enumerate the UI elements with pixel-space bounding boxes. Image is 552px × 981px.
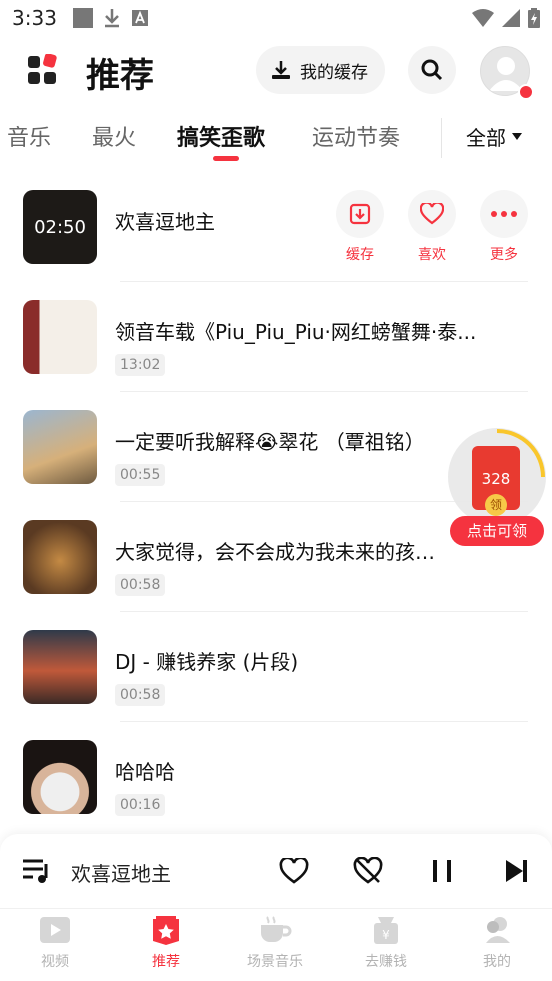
nav-video[interactable]: 视频 xyxy=(10,913,100,971)
song-cover xyxy=(23,300,97,374)
now-playing-title: 欢喜逗地主 xyxy=(71,862,171,886)
nav-earn-money-label: 去赚钱 xyxy=(365,954,407,970)
search-button[interactable] xyxy=(408,46,456,94)
heart-icon xyxy=(279,858,309,884)
my-cache-label: 我的缓存 xyxy=(300,62,368,83)
money-bag-icon: ¥ xyxy=(374,917,398,944)
cache-action-label: 缓存 xyxy=(346,247,374,263)
song-title: 领音车载《Piu_Piu_Piu·网红螃蟹舞·泰... xyxy=(115,320,477,344)
search-icon xyxy=(421,59,443,81)
download-box-icon xyxy=(349,203,371,225)
all-categories-dropdown[interactable]: 全部 xyxy=(466,122,522,151)
nav-earn-money[interactable]: ¥ 去赚钱 xyxy=(341,913,431,971)
profile-icon xyxy=(486,917,510,943)
status-time: 3:33 xyxy=(12,6,57,30)
next-button[interactable] xyxy=(501,856,531,886)
skip-next-icon xyxy=(506,860,527,882)
song-title: DJ - 赚钱养家 (片段) xyxy=(115,650,299,674)
tab-hottest[interactable]: 最火 xyxy=(92,120,136,152)
cover-duration-text: 02:50 xyxy=(34,216,86,238)
tab-divider xyxy=(441,118,442,158)
song-duration: 13:02 xyxy=(115,354,166,376)
pause-icon xyxy=(433,860,451,882)
heart-broken-icon xyxy=(353,857,383,884)
like-action-label: 喜欢 xyxy=(418,247,446,263)
video-icon xyxy=(40,917,70,943)
song-row[interactable]: 哈哈哈 00:16 xyxy=(0,722,552,832)
recommend-icon xyxy=(153,916,179,945)
song-cover xyxy=(23,740,97,814)
signal-icon xyxy=(502,9,520,27)
nav-scene-music[interactable]: 场景音乐 xyxy=(230,913,320,971)
song-cover xyxy=(23,630,97,704)
my-cache-button[interactable]: 我的缓存 xyxy=(256,46,385,94)
tab-active-indicator xyxy=(213,156,239,161)
header: 推荐 我的缓存 xyxy=(0,40,552,100)
song-duration: 00:58 xyxy=(115,574,166,596)
song-duration: 00:55 xyxy=(115,464,166,486)
nav-video-label: 视频 xyxy=(41,954,69,970)
battery-icon xyxy=(528,8,540,28)
pause-button[interactable] xyxy=(427,856,457,886)
song-row[interactable]: DJ - 赚钱养家 (片段) 00:58 xyxy=(0,612,552,722)
song-cover: 02:50 xyxy=(23,190,97,264)
favorite-button[interactable] xyxy=(279,856,309,886)
dislike-button[interactable] xyxy=(353,856,383,886)
mini-player[interactable]: 欢喜逗地主 xyxy=(0,834,552,908)
cache-action[interactable]: 缓存 xyxy=(336,190,384,264)
notification-square-icon xyxy=(72,8,93,28)
nav-mine-label: 我的 xyxy=(483,954,511,970)
nav-mine[interactable]: 我的 xyxy=(452,913,542,971)
more-dots-icon xyxy=(491,211,517,217)
all-categories-label: 全部 xyxy=(466,126,506,150)
tab-workout-rhythm[interactable]: 运动节奏 xyxy=(312,120,400,152)
nav-recommend-label: 推荐 xyxy=(152,954,180,970)
app-logo-icon xyxy=(28,54,57,84)
song-duration: 00:58 xyxy=(115,684,166,706)
page-title: 推荐 xyxy=(86,56,154,96)
svg-text:¥: ¥ xyxy=(382,928,390,942)
caret-down-icon xyxy=(512,132,522,140)
download-icon xyxy=(104,9,119,28)
download-icon xyxy=(272,61,290,79)
tab-funny-songs[interactable]: 搞笑歪歌 xyxy=(177,120,265,152)
song-title: 一定要听我解释😭翠花 （覃祖铭） xyxy=(115,430,425,454)
song-cover xyxy=(23,410,97,484)
nav-recommend[interactable]: 推荐 xyxy=(121,913,211,971)
reward-coin-icon: 领 xyxy=(485,494,507,516)
reward-count: 328 xyxy=(481,470,511,488)
playlist-icon[interactable] xyxy=(22,858,52,884)
bottom-nav: 视频 推荐 场景音乐 ¥ 去赚钱 我的 xyxy=(0,908,552,981)
nav-scene-music-label: 场景音乐 xyxy=(247,954,303,970)
category-tabs: 音乐 最火 搞笑歪歌 运动节奏 全部 xyxy=(0,110,552,166)
more-action-label: 更多 xyxy=(490,247,518,263)
song-row[interactable]: 02:50 欢喜逗地主 缓存 喜欢 更多 xyxy=(0,172,552,282)
more-action[interactable]: 更多 xyxy=(480,190,528,264)
wifi-icon xyxy=(472,9,494,27)
status-bar: 3:33 xyxy=(0,0,552,36)
coffee-icon xyxy=(261,916,292,942)
notification-dot xyxy=(518,84,534,100)
tab-music[interactable]: 音乐 xyxy=(7,120,51,152)
like-action[interactable]: 喜欢 xyxy=(408,190,456,264)
song-title: 哈哈哈 xyxy=(115,760,175,784)
text-a-icon xyxy=(131,10,148,26)
song-cover xyxy=(23,520,97,594)
reward-widget[interactable]: 328 领 点击可领 xyxy=(448,428,548,548)
song-row[interactable]: 领音车载《Piu_Piu_Piu·网红螃蟹舞·泰... 13:02 xyxy=(0,282,552,392)
song-title: 大家觉得，会不会成为我未来的孩他妈 xyxy=(115,540,445,564)
heart-icon xyxy=(420,203,444,225)
claim-reward-button[interactable]: 点击可领 xyxy=(450,516,544,546)
song-duration: 00:16 xyxy=(115,794,166,816)
song-title: 欢喜逗地主 xyxy=(115,210,215,234)
